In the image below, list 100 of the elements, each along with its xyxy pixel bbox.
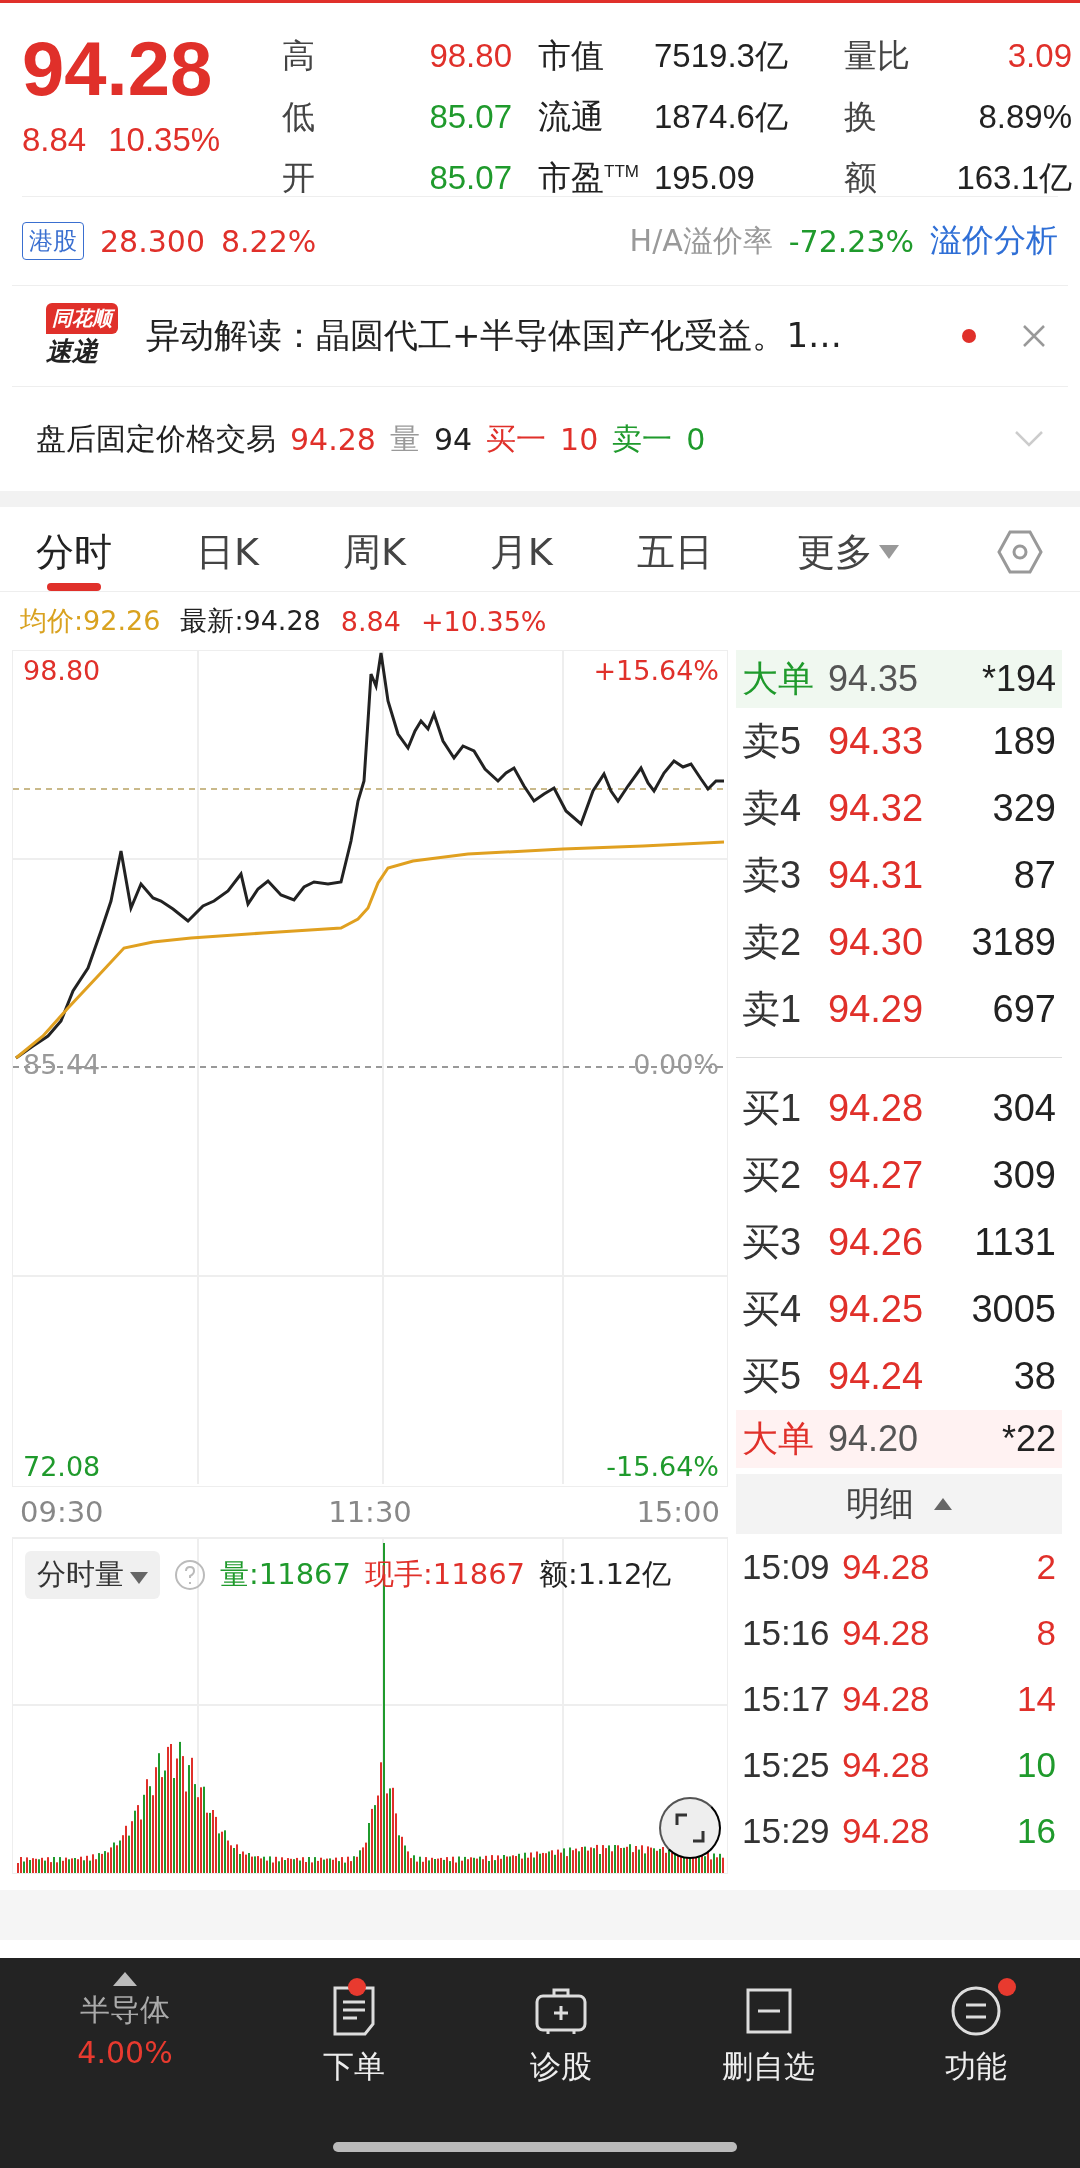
after-hours-price: 94.28 — [290, 421, 376, 457]
ask-value: 0 — [686, 421, 706, 457]
trade-time: 15:29 — [742, 1811, 831, 1851]
nav-button[interactable]: 下单 — [250, 1972, 458, 2088]
order-price: 94.32 — [828, 787, 925, 830]
chart-tab[interactable]: 更多 — [796, 513, 899, 591]
trade-price: 94.28 — [842, 1679, 930, 1719]
nav-button[interactable]: 删自选 — [665, 1972, 873, 2088]
trade-quantity: 2 — [1035, 1547, 1056, 1587]
price-change: 8.84 — [340, 605, 401, 637]
trade-quantity: 10 — [1016, 1745, 1056, 1785]
trade-price: 94.28 — [842, 1547, 930, 1587]
volume-value: 94 — [433, 421, 473, 457]
order-price: 94.27 — [828, 1154, 925, 1197]
market-tag: 港股 — [22, 222, 84, 260]
axis-label: +15.64% — [593, 655, 719, 686]
order-quantity: 38 — [1012, 1355, 1056, 1398]
fullscreen-button[interactable] — [659, 1797, 721, 1859]
order-quantity: 87 — [1012, 854, 1056, 897]
stat-value: 98.80 — [428, 36, 512, 76]
indicator-selector[interactable]: 分时量 — [25, 1551, 160, 1599]
average-price: 均价:92.26 — [20, 604, 161, 638]
trade-quantity: 8 — [1035, 1613, 1056, 1653]
close-icon[interactable] — [1022, 324, 1046, 348]
stat-value: 85.07 — [428, 158, 512, 198]
order-level-label: 卖1 — [742, 987, 803, 1032]
latest-price: 最新:94.28 — [180, 604, 321, 638]
nav-button[interactable]: 功能 — [872, 1972, 1080, 2088]
chart-tab[interactable]: 日K — [196, 513, 259, 591]
stat-value: 7519.3亿 — [654, 36, 789, 76]
stat-label: 额 — [843, 158, 878, 198]
axis-label: 72.08 — [23, 1451, 101, 1482]
order-quantity: *22 — [1000, 1418, 1056, 1460]
hk-percent: 8.22% — [221, 223, 317, 259]
trade-quantity: 14 — [1016, 1679, 1056, 1719]
order-level-label: 买2 — [742, 1153, 803, 1198]
order-quantity: 189 — [991, 720, 1056, 763]
premium-analysis-link[interactable]: 溢价分析 — [930, 219, 1058, 263]
axis-label: -15.64% — [606, 1451, 719, 1482]
chart-tab[interactable]: 五日 — [636, 513, 713, 591]
chart-tab[interactable]: 月K — [489, 513, 553, 591]
axis-label: 0.00% — [633, 1049, 719, 1080]
chart-tab[interactable]: 分时 — [36, 513, 112, 591]
percent-change: 10.35% — [108, 121, 221, 159]
order-price: 94.24 — [828, 1355, 925, 1398]
last-price: 94.28 — [22, 31, 214, 107]
stat-value: 195.09 — [654, 158, 756, 198]
bid-value: 10 — [560, 421, 599, 457]
stat-label: 高 — [282, 36, 316, 76]
stat-label: 流通 — [537, 97, 605, 137]
sector-name: 半导体 — [80, 1991, 170, 2029]
expand-icon — [675, 1813, 705, 1843]
trade-time: 15:25 — [742, 1745, 831, 1785]
stat-label: 低 — [282, 97, 316, 137]
trade-time: 15:17 — [742, 1679, 831, 1719]
up-triangle-icon — [113, 1972, 137, 1986]
nav-button[interactable]: 诊股 — [457, 1972, 665, 2088]
order-quantity: 3005 — [970, 1288, 1056, 1331]
order-price: 94.20 — [828, 1418, 920, 1460]
order-level-label: 卖2 — [742, 920, 803, 965]
time-label: 09:30 — [20, 1495, 104, 1529]
order-price: 94.26 — [828, 1221, 925, 1264]
stat-label: 市值 — [537, 36, 605, 76]
amount-value: 额:1.12亿 — [539, 1556, 672, 1593]
hk-price: 28.300 — [100, 223, 205, 259]
order-quantity: 309 — [991, 1154, 1056, 1197]
order-label: 大单 — [742, 656, 815, 701]
help-icon[interactable] — [174, 1559, 206, 1591]
stat-value: 163.1亿 — [955, 158, 1072, 198]
order-level-label: 卖5 — [742, 719, 803, 764]
chevron-down-icon[interactable] — [1014, 430, 1044, 448]
ask-label: 卖一 — [612, 419, 673, 458]
trade-price: 94.28 — [842, 1811, 930, 1851]
order-quantity: 3189 — [970, 921, 1056, 964]
order-quantity: 304 — [991, 1087, 1056, 1130]
premium-label: H/A溢价率 — [629, 221, 773, 260]
order-price: 94.30 — [828, 921, 925, 964]
news-headline[interactable]: 异动解读：晶圆代工+半导体国产化受益。1… — [146, 313, 944, 359]
trade-quantity: 16 — [1016, 1811, 1056, 1851]
bid-label: 买一 — [486, 419, 547, 458]
dropdown-triangle-icon — [130, 1572, 148, 1584]
sector-percent: 4.00% — [77, 2035, 173, 2070]
stat-value: 8.89% — [977, 97, 1072, 137]
order-level-label: 卖4 — [742, 786, 803, 831]
stat-value: 85.07 — [428, 97, 512, 137]
order-price: 94.29 — [828, 988, 925, 1031]
chart-tab[interactable]: 周K — [342, 513, 406, 591]
order-level-label: 买5 — [742, 1354, 803, 1399]
order-level-label: 买1 — [742, 1086, 803, 1131]
order-quantity: 697 — [991, 988, 1056, 1031]
trade-time: 15:09 — [742, 1547, 831, 1587]
time-label: 15:00 — [636, 1495, 720, 1529]
stat-label: 换 — [843, 97, 878, 137]
order-level-label: 买3 — [742, 1220, 803, 1265]
trade-price: 94.28 — [842, 1745, 930, 1785]
order-quantity: 329 — [991, 787, 1056, 830]
settings-icon[interactable] — [996, 528, 1044, 576]
logo-text: 速递 — [46, 335, 98, 368]
order-quantity: 1131 — [973, 1221, 1056, 1264]
detail-header[interactable]: 明细 — [736, 1474, 1062, 1534]
